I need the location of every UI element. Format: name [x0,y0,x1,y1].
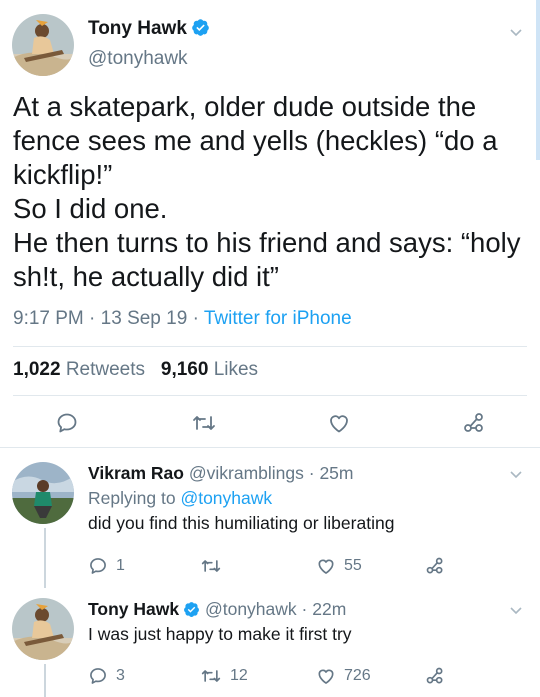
reply-header: Tony Hawk @tonyhawk · 22m [88,599,346,623]
verified-badge-icon [183,601,200,623]
reply-time[interactable]: · 25m [309,463,354,483]
chevron-down-icon[interactable] [508,24,524,40]
scrollbar[interactable] [536,0,540,160]
reply-icon [90,668,106,684]
replying-to: Replying to @tonyhawk [88,488,272,509]
like-button[interactable] [327,411,351,435]
author-name[interactable]: Vikram Rao [88,463,184,483]
tweet-text: At a skatepark, older dude outside the f… [13,91,521,292]
reply-count: 3 [116,667,125,684]
retweet-button[interactable] [200,556,230,576]
meta-separator: · [89,308,96,329]
retweets-label: Retweets [65,359,146,380]
author-handle[interactable]: @tonyhawk [205,599,297,619]
retweet-button[interactable] [191,411,217,435]
avatar-photo-icon [12,462,74,524]
avatar[interactable] [12,462,74,524]
tweet-source-link[interactable]: Twitter for iPhone [204,308,352,329]
retweet-icon [193,416,215,430]
retweet-button[interactable]: 12 [200,666,248,686]
avatar[interactable] [12,598,74,660]
reply-icon [90,558,106,574]
reply-text: did you find this humiliating or liberat… [88,513,395,533]
avatar-photo-icon [12,14,74,76]
retweets-stat[interactable]: 1,022 Retweets [13,359,145,380]
like-count: 55 [344,557,362,574]
avatar-photo-icon [12,598,74,660]
reply-text: I was just happy to make it first try [88,624,352,644]
reply-button[interactable]: 3 [88,666,125,686]
tweet-time[interactable]: 9:17 PM [13,308,84,329]
like-count: 726 [344,667,371,684]
reply-count: 1 [116,557,125,574]
author-handle[interactable]: @vikramblings [189,463,304,483]
share-icon [464,413,483,432]
author-name-row[interactable]: Tony Hawk [88,18,210,43]
reply-button[interactable] [55,411,79,435]
like-button[interactable]: 55 [316,556,362,576]
heart-icon [330,415,348,433]
chevron-down-icon[interactable] [508,602,524,618]
avatar[interactable] [12,14,74,76]
divider [13,395,527,396]
divider [0,447,540,448]
tweet-date[interactable]: 13 Sep 19 [101,308,188,329]
share-button[interactable] [462,411,486,435]
like-button[interactable]: 726 [316,666,371,686]
author-handle[interactable]: @tonyhawk [88,48,188,70]
likes-label: Likes [213,359,259,380]
heart-icon [318,559,334,574]
author-name[interactable]: Tony Hawk [88,18,187,39]
share-button[interactable] [425,666,445,686]
share-icon [426,667,443,684]
retweets-count: 1,022 [13,359,61,380]
share-icon [426,557,443,574]
likes-count: 9,160 [160,359,209,380]
tweet-meta: 9:17 PM · 13 Sep 19 · Twitter for iPhone [13,308,352,330]
replying-to-handle[interactable]: @tonyhawk [180,488,272,508]
reply-time[interactable]: · 22m [302,599,347,619]
reply-header: Vikram Rao @vikramblings · 25m [88,463,353,484]
meta-separator: · [192,308,199,329]
heart-icon [318,669,334,684]
share-button[interactable] [425,556,445,576]
retweet-icon [201,560,221,572]
chevron-down-icon[interactable] [508,466,524,482]
replying-to-prefix: Replying to [88,488,176,508]
retweet-icon [201,670,221,682]
reply-icon [57,413,77,433]
author-name[interactable]: Tony Hawk [88,599,179,619]
verified-badge-icon [191,18,210,43]
likes-stat[interactable]: 9,160 Likes [161,359,258,380]
retweet-count: 12 [230,667,248,684]
thread-line [44,664,46,697]
divider [13,346,527,347]
reply-button[interactable]: 1 [88,556,125,576]
tweet-stats: 1,022 Retweets 9,160 Likes [13,359,258,381]
thread-line [44,528,46,588]
